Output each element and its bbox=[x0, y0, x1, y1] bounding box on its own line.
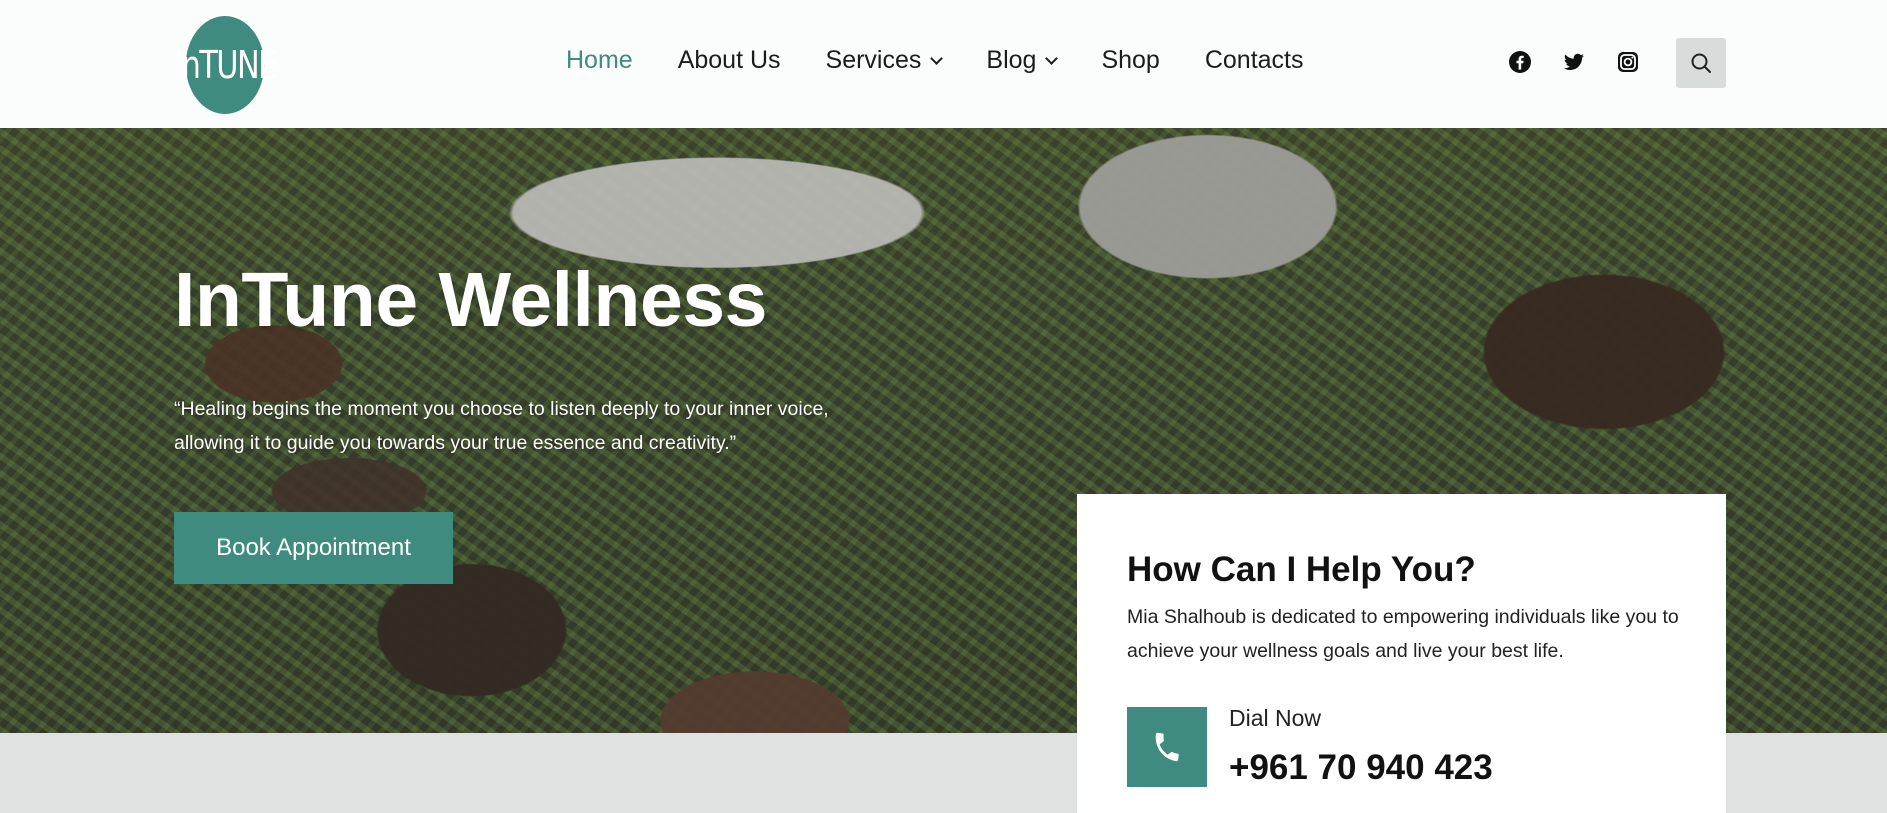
nav-item-about-us[interactable]: About Us bbox=[678, 46, 781, 75]
hero-title: InTune Wellness bbox=[174, 257, 767, 343]
main-nav: Home About Us Services Blog Shop Contact… bbox=[566, 46, 1349, 75]
nav-item-home[interactable]: Home bbox=[566, 46, 633, 75]
chevron-down-icon bbox=[930, 51, 944, 65]
nav-item-services[interactable]: Services bbox=[826, 46, 944, 75]
help-card-title: How Can I Help You? bbox=[1127, 550, 1476, 589]
help-card-text: Mia Shalhoub is dedicated to empowering … bbox=[1127, 606, 1679, 662]
site-header: InTUNE Home About Us Services Blog Shop … bbox=[0, 0, 1887, 128]
instagram-icon[interactable] bbox=[1616, 50, 1640, 74]
dial-now-label: Dial Now bbox=[1229, 705, 1322, 731]
chevron-down-icon bbox=[1045, 51, 1059, 65]
twitter-icon[interactable] bbox=[1562, 50, 1586, 74]
nav-item-blog[interactable]: Blog bbox=[986, 46, 1059, 75]
phone-number-link[interactable]: +961 70 940 423 bbox=[1229, 748, 1493, 788]
phone-icon bbox=[1155, 732, 1179, 762]
phone-button[interactable] bbox=[1127, 707, 1207, 787]
book-appointment-button[interactable]: Book Appointment bbox=[174, 512, 453, 584]
site-logo[interactable]: InTUNE bbox=[174, 16, 277, 114]
help-card: How Can I Help You? Mia Shalhoub is dedi… bbox=[1077, 494, 1726, 813]
nav-item-shop[interactable]: Shop bbox=[1101, 46, 1159, 75]
facebook-icon[interactable] bbox=[1508, 50, 1532, 74]
hero-quote: “Healing begins the moment you choose to… bbox=[174, 398, 829, 454]
nav-item-contacts[interactable]: Contacts bbox=[1205, 46, 1304, 75]
search-button[interactable] bbox=[1676, 38, 1726, 88]
search-icon bbox=[1691, 53, 1711, 73]
